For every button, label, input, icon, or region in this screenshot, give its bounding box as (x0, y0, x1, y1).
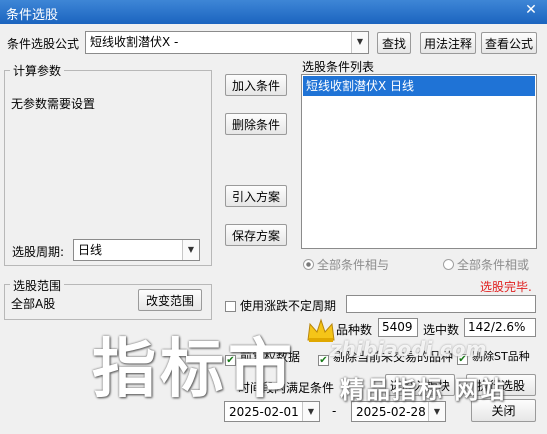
params-group-title: 计算参数 (10, 62, 65, 79)
usage-notes-button[interactable]: 用法注释 (420, 32, 476, 54)
title-bar: 条件选股 ✕ (0, 0, 547, 24)
variable-period-input[interactable] (346, 295, 536, 313)
checkbox-icon (225, 301, 236, 312)
window-title: 条件选股 (6, 8, 59, 23)
radio-unchecked-icon (443, 259, 454, 270)
variable-period-label: 使用涨跌不定周期 (240, 299, 337, 313)
period-value: 日线 (78, 243, 103, 257)
condition-list-title: 选股条件列表 (302, 60, 375, 74)
condition-list-item[interactable]: 短线收割潜伏X 日线 (303, 76, 535, 96)
condition-list[interactable]: 短线收割潜伏X 日线 (301, 74, 537, 249)
or-radio-label: 全部条件相或 (457, 258, 530, 272)
chevron-down-icon[interactable]: ▼ (182, 240, 199, 260)
status-text: 选股完毕. (480, 280, 532, 294)
chevron-down-icon[interactable]: ▼ (351, 32, 368, 53)
add-condition-button[interactable]: 加入条件 (225, 74, 287, 96)
import-scheme-button[interactable]: 引入方案 (225, 185, 287, 207)
watermark-url: zhibiaodi.com (330, 337, 487, 361)
or-radio[interactable]: 全部条件相或 (443, 256, 529, 273)
watermark-logo: 指标市 (92, 333, 296, 407)
formula-select[interactable]: 短线收割潜伏X - ▼ (85, 31, 369, 54)
close-icon[interactable]: ✕ (523, 2, 539, 20)
selected-count-label: 选中数 (423, 323, 460, 337)
view-formula-button[interactable]: 查看公式 (481, 32, 537, 54)
formula-label: 条件选股公式 (7, 37, 80, 51)
total-count-label: 品种数 (336, 323, 373, 337)
radio-checked-icon (303, 259, 314, 270)
and-radio-label: 全部条件相与 (317, 258, 390, 272)
delete-condition-button[interactable]: 删除条件 (225, 113, 287, 135)
find-button[interactable]: 查找 (377, 32, 411, 54)
period-label: 选股周期: (12, 245, 65, 259)
and-radio[interactable]: 全部条件相与 (303, 256, 389, 273)
date-separator: - (332, 404, 337, 418)
period-select[interactable]: 日线 ▼ (73, 239, 200, 261)
checkmark-icon: ✔ (318, 355, 329, 366)
formula-value: 短线收割潜伏X - (90, 35, 179, 49)
variable-period-checkbox[interactable]: 使用涨跌不定周期 (225, 297, 336, 314)
scope-group-title: 选股范围 (10, 277, 65, 294)
watermark-slogan: 精品指标 网站 (340, 376, 507, 404)
change-scope-button[interactable]: 改变范围 (138, 289, 202, 311)
scope-value: 全部A股 (11, 297, 56, 311)
save-scheme-button[interactable]: 保存方案 (225, 224, 287, 246)
total-count-value: 5409 (378, 318, 418, 337)
chevron-down-icon[interactable]: ▼ (302, 402, 319, 421)
params-empty-text: 无参数需要设置 (11, 97, 96, 111)
selected-count-value: 142/2.6% (464, 318, 536, 337)
end-date-value: 2025-02-28 (356, 405, 426, 419)
